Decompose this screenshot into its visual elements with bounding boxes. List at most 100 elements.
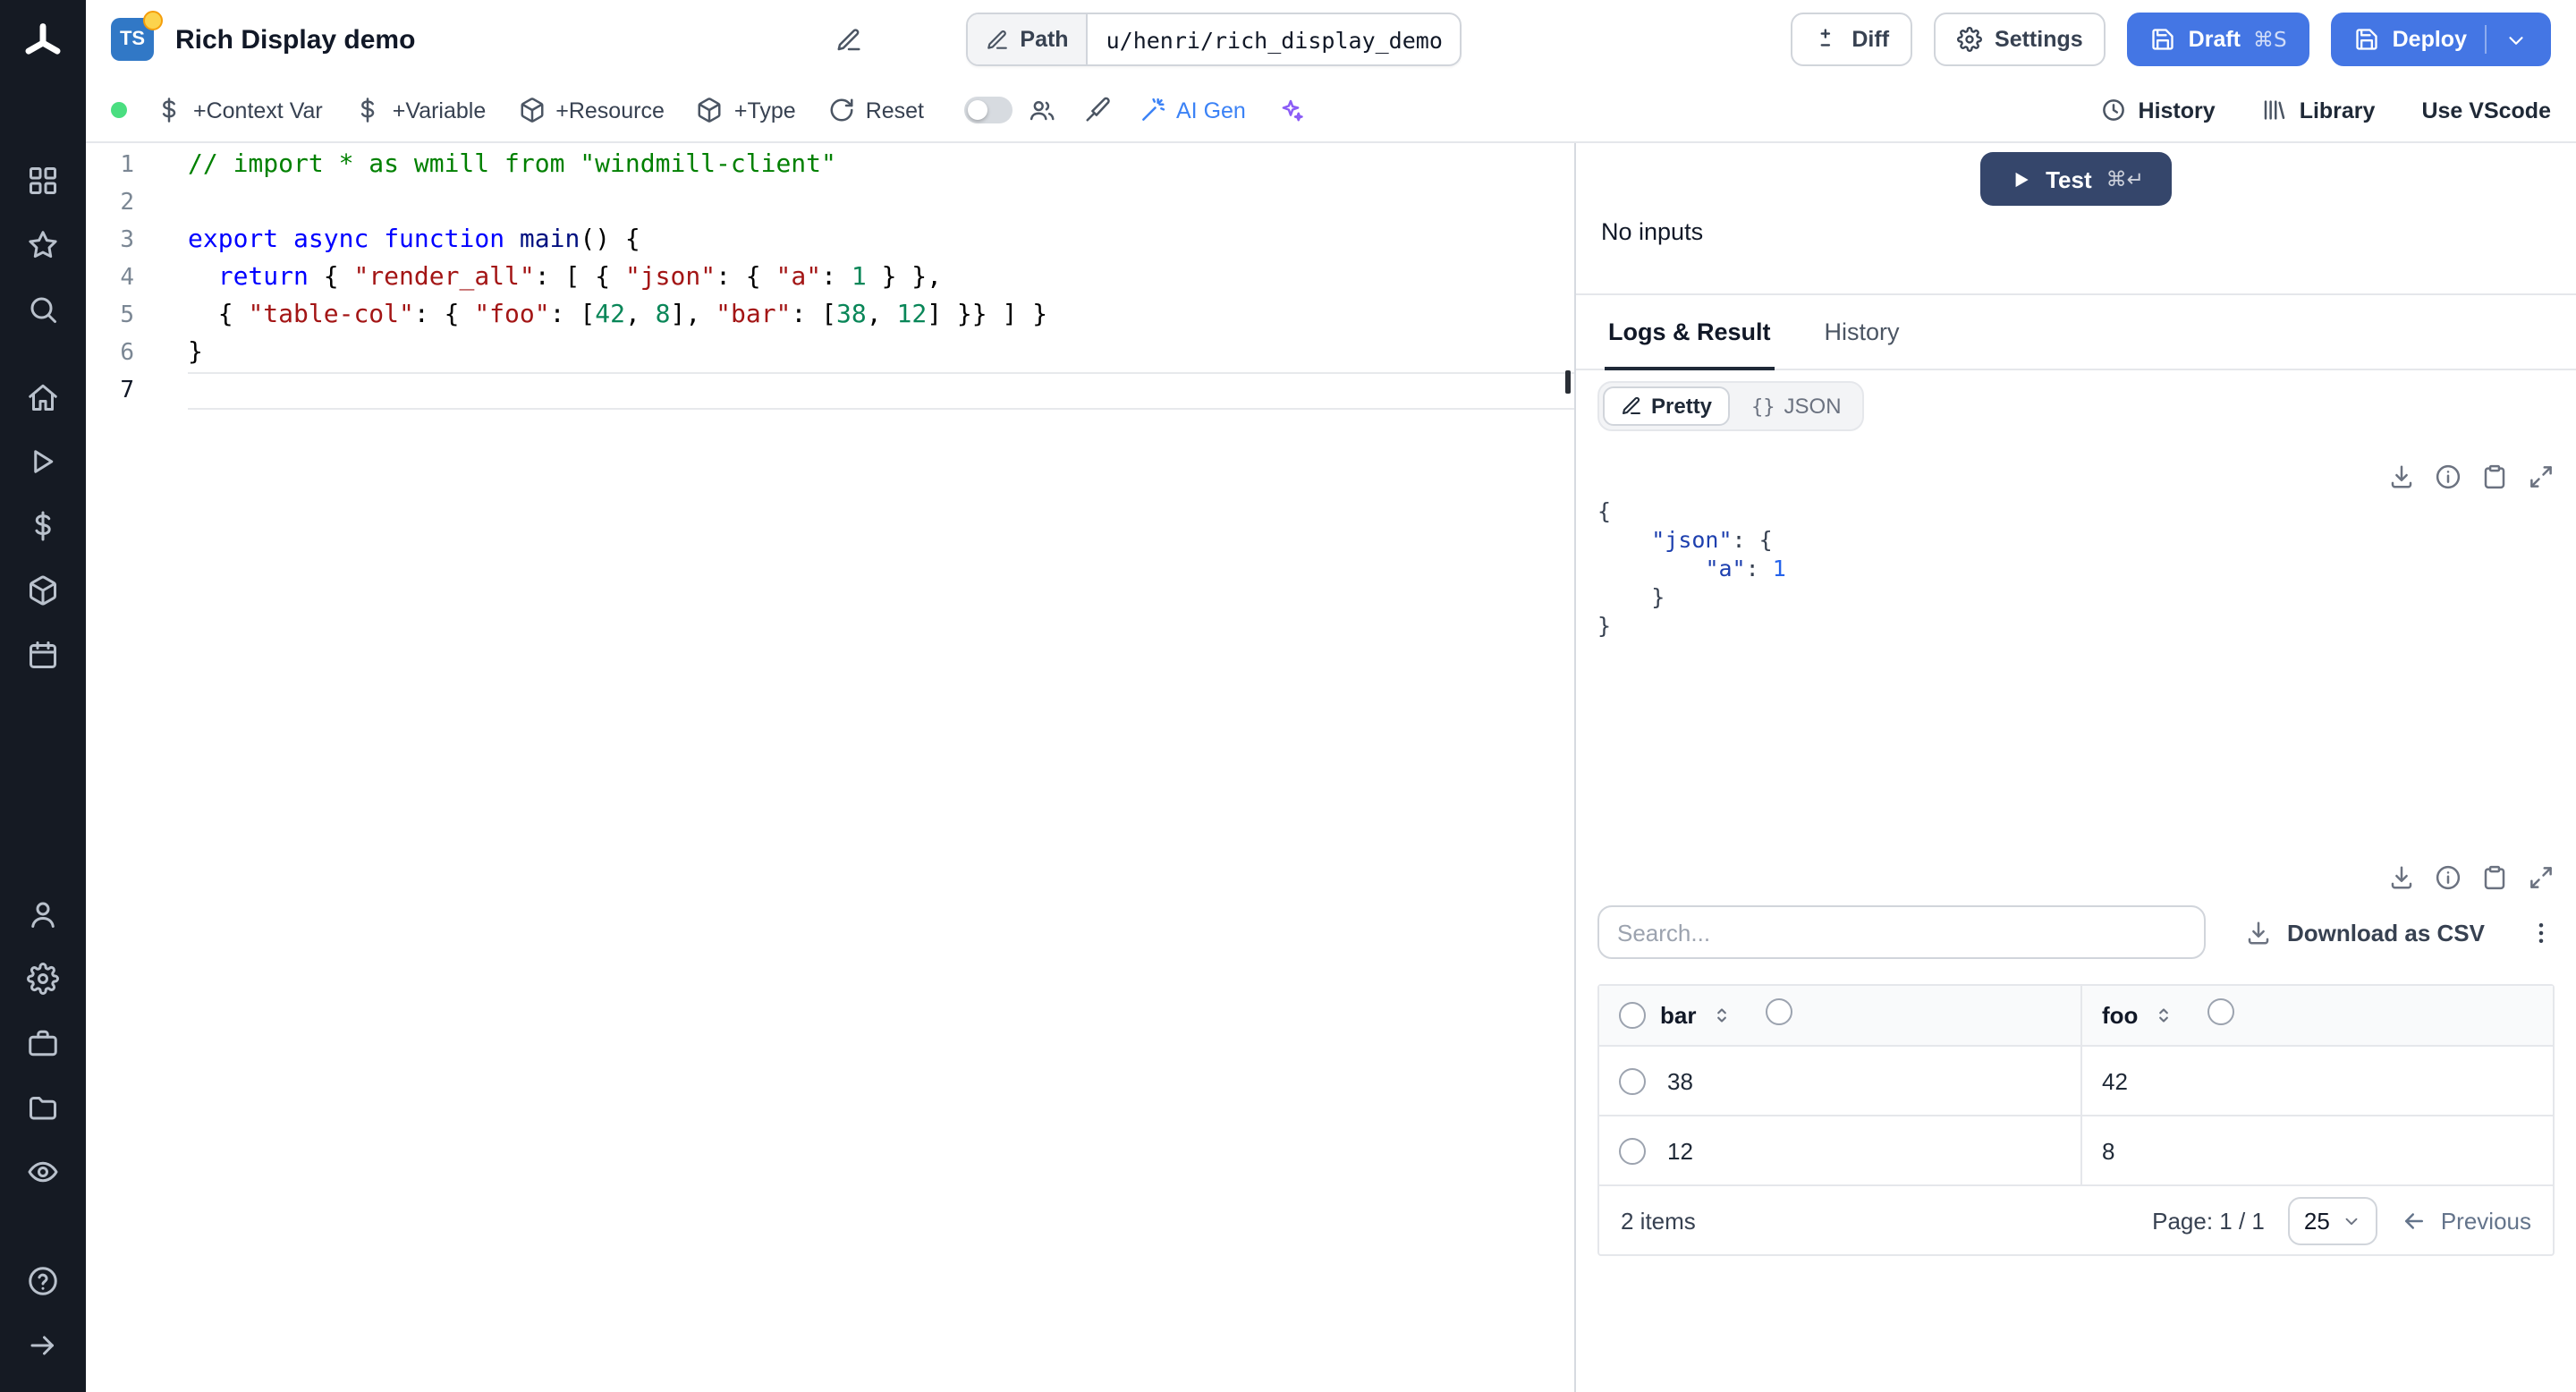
library-icon bbox=[2262, 97, 2289, 123]
tab-history[interactable]: History bbox=[1821, 295, 1903, 370]
sidebar-item-settings[interactable] bbox=[0, 954, 86, 1004]
copy-icon[interactable] bbox=[2481, 864, 2508, 891]
toolbar-button-variable[interactable]: +Variable bbox=[355, 97, 486, 123]
table-actions bbox=[1597, 864, 2555, 891]
sidebar-item-calendar[interactable] bbox=[0, 630, 86, 680]
row-checkbox[interactable] bbox=[1619, 1137, 1646, 1164]
ai-gen-button[interactable]: AI Gen bbox=[1139, 97, 1246, 123]
download-csv-label: Download as CSV bbox=[2286, 919, 2485, 946]
emoji-winking-face-icon bbox=[143, 11, 163, 30]
sidebar-bottom bbox=[0, 1256, 86, 1392]
sort-icon[interactable] bbox=[1710, 1004, 1733, 1027]
table-row[interactable]: 12 8 bbox=[1599, 1116, 2553, 1186]
use-vscode-button[interactable]: Use VScode bbox=[2421, 98, 2551, 123]
package-icon bbox=[518, 97, 545, 123]
table-search-input[interactable] bbox=[1597, 905, 2206, 959]
previous-label: Previous bbox=[2440, 1207, 2531, 1234]
path-pill[interactable]: Path u/henri/rich_display_demo bbox=[966, 13, 1462, 66]
status-dot bbox=[111, 102, 127, 118]
toolbar-button-reset[interactable]: Reset bbox=[828, 97, 924, 123]
library-button[interactable]: Library bbox=[2262, 97, 2375, 123]
line-number: 1 bbox=[120, 152, 134, 179]
row-checkbox[interactable] bbox=[1619, 1067, 1646, 1094]
expand-icon[interactable] bbox=[2528, 463, 2555, 490]
draft-button[interactable]: Draft ⌘S bbox=[2127, 13, 2310, 66]
sidebar-item-home[interactable] bbox=[0, 372, 86, 422]
sidebar-item-folder[interactable] bbox=[0, 1082, 86, 1133]
deploy-button[interactable]: Deploy bbox=[2331, 13, 2551, 66]
diff-button[interactable]: Diff bbox=[1791, 13, 1913, 66]
arrow-right-icon bbox=[27, 1329, 59, 1362]
info-icon[interactable] bbox=[2435, 463, 2462, 490]
home-icon bbox=[27, 381, 59, 413]
download-csv-button[interactable]: Download as CSV bbox=[2246, 919, 2485, 946]
editor-line-6[interactable]: 6} bbox=[86, 335, 1574, 372]
chevron-down-icon[interactable] bbox=[2504, 28, 2528, 51]
settings-button[interactable]: Settings bbox=[1934, 13, 2106, 66]
toolbar-button-label: +Context Var bbox=[193, 98, 323, 123]
copy-icon[interactable] bbox=[2481, 463, 2508, 490]
editor-line-3[interactable]: 3 export async function main() { bbox=[86, 222, 1574, 259]
play-icon bbox=[2008, 167, 2031, 191]
history-button[interactable]: History bbox=[2101, 97, 2216, 123]
column-checkbox[interactable] bbox=[1766, 997, 1793, 1024]
download-icon[interactable] bbox=[2388, 463, 2415, 490]
draft-shortcut: ⌘S bbox=[2253, 27, 2287, 52]
table-row[interactable]: 38 42 bbox=[1599, 1047, 2553, 1116]
editor-line-7[interactable]: 7 bbox=[86, 372, 1574, 410]
code-line-content: export async function main() { bbox=[188, 225, 640, 254]
kebab-menu-icon[interactable] bbox=[2528, 919, 2555, 946]
sparkles-icon[interactable] bbox=[1278, 97, 1305, 123]
column-title[interactable]: bar bbox=[1660, 1002, 1696, 1029]
sidebar-item-package[interactable] bbox=[0, 565, 86, 615]
items-count: 2 items bbox=[1621, 1207, 1696, 1234]
deploy-button-label: Deploy bbox=[2392, 27, 2467, 52]
toolbar-button-context-var[interactable]: +Context Var bbox=[156, 97, 323, 123]
page-size-select[interactable]: 25 bbox=[2287, 1196, 2378, 1244]
toggle-knob bbox=[967, 100, 987, 120]
toolbar-button-resource[interactable]: +Resource bbox=[518, 97, 665, 123]
sidebar-item-briefcase[interactable] bbox=[0, 1018, 86, 1068]
result-json-line: } bbox=[1597, 583, 1665, 610]
json-toggle-button[interactable]: {} JSON bbox=[1733, 386, 1860, 426]
download-icon[interactable] bbox=[2388, 864, 2415, 891]
toolbar-button-label: Reset bbox=[865, 98, 924, 123]
sidebar-item-eye[interactable] bbox=[0, 1147, 86, 1197]
grid-icon bbox=[27, 165, 59, 197]
sidebar-item-dollar[interactable] bbox=[0, 501, 86, 551]
sidebar-item-grid[interactable] bbox=[0, 156, 86, 206]
select-all-checkbox[interactable] bbox=[1619, 1002, 1646, 1029]
tab-logs-result[interactable]: Logs & Result bbox=[1605, 295, 1775, 370]
pretty-toggle-button[interactable]: Pretty bbox=[1603, 386, 1731, 426]
sidebar-item-arrow-right[interactable] bbox=[0, 1320, 86, 1371]
header: TS Rich Display demo Path u/henri/rich_d… bbox=[86, 0, 2576, 79]
code-editor[interactable]: 1 // import * as wmill from "windmill-cli… bbox=[86, 143, 1574, 1392]
previous-page-button[interactable]: Previous bbox=[2402, 1207, 2531, 1234]
test-button-label: Test bbox=[2046, 166, 2092, 192]
sidebar-item-user[interactable] bbox=[0, 889, 86, 939]
editor-line-2[interactable]: 2 bbox=[86, 184, 1574, 222]
windmill-logo-icon[interactable] bbox=[20, 20, 66, 66]
editor-line-5[interactable]: 5 { "table-col": { "foo": [42, 8], "bar"… bbox=[86, 297, 1574, 335]
sidebar-item-star[interactable] bbox=[0, 220, 86, 270]
sort-icon[interactable] bbox=[2152, 1004, 2175, 1027]
sidebar-item-search[interactable] bbox=[0, 284, 86, 335]
no-inputs-label: No inputs bbox=[1601, 218, 1704, 245]
sidebar-item-play[interactable] bbox=[0, 437, 86, 487]
format-brush-icon[interactable] bbox=[1083, 97, 1110, 123]
code-line-content: return { "render_all": [ { "json": { "a"… bbox=[217, 263, 943, 292]
expand-icon[interactable] bbox=[2528, 864, 2555, 891]
result-view-toggle: Pretty {} JSON bbox=[1597, 381, 1865, 431]
line-number: 5 bbox=[120, 302, 134, 329]
sidebar-item-help[interactable] bbox=[0, 1256, 86, 1306]
edit-summary-pencil-icon[interactable] bbox=[835, 26, 862, 53]
column-checkbox[interactable] bbox=[2207, 997, 2235, 1024]
multiplayer-toggle[interactable] bbox=[963, 97, 1012, 123]
test-button[interactable]: Test ⌘↵ bbox=[1979, 152, 2173, 206]
column-title[interactable]: foo bbox=[2102, 1002, 2138, 1029]
editor-line-1[interactable]: 1 // import * as wmill from "windmill-cli… bbox=[86, 147, 1574, 184]
info-icon[interactable] bbox=[2435, 864, 2462, 891]
editor-line-4[interactable]: 4 return { "render_all": [ { "json": { "… bbox=[86, 259, 1574, 297]
toolbar-button-type[interactable]: +Type bbox=[697, 97, 796, 123]
cell-value: 38 bbox=[1667, 1067, 1693, 1094]
